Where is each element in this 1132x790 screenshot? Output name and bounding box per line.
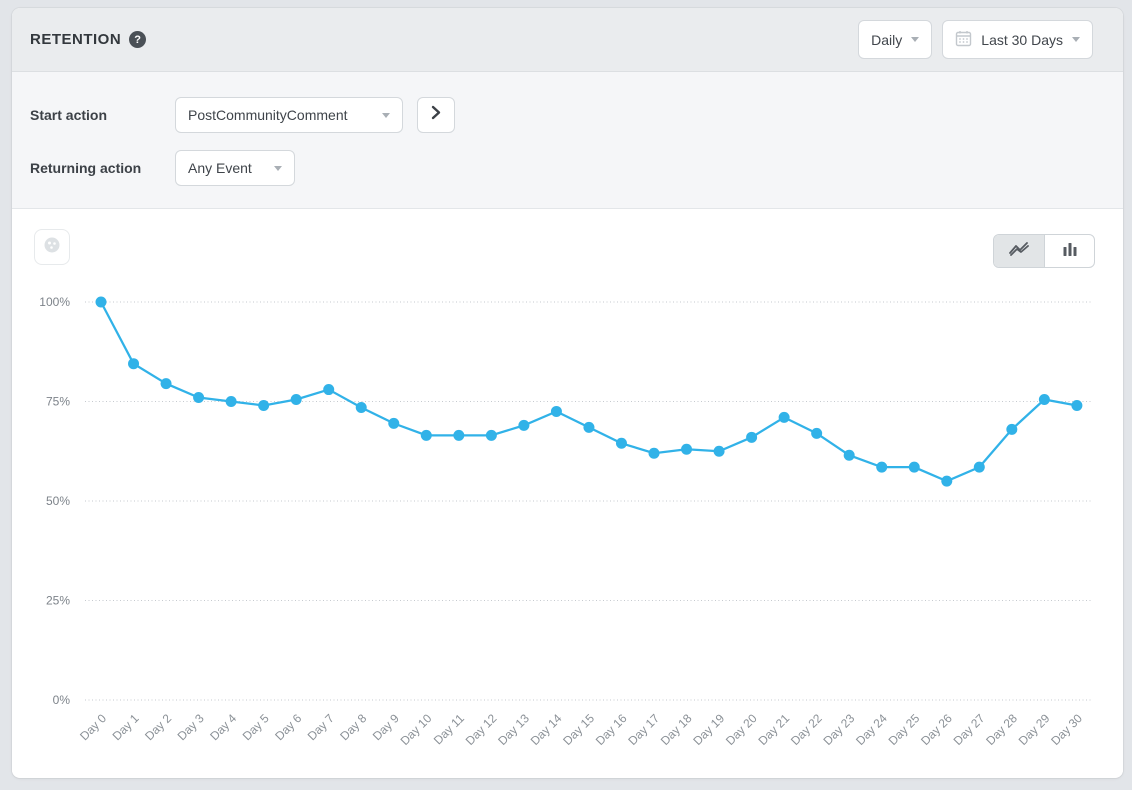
svg-text:Day 4: Day 4 <box>207 711 239 743</box>
header-controls: Daily Last 30 Days <box>858 20 1093 59</box>
returning-action-row: Returning action Any Event <box>30 150 1123 186</box>
caret-down-icon <box>1072 37 1080 42</box>
granularity-dropdown[interactable]: Daily <box>858 20 932 59</box>
svg-text:Day 21: Day 21 <box>755 711 792 748</box>
line-chart-icon <box>1008 241 1030 262</box>
panel-header: RETENTION ? Daily Last 30 D <box>12 8 1123 72</box>
action-controls: Start action PostCommunityComment Return… <box>12 72 1123 209</box>
start-action-dropdown[interactable]: PostCommunityComment <box>175 97 403 133</box>
page-title: RETENTION <box>30 31 121 48</box>
caret-down-icon <box>274 166 282 171</box>
bar-chart-toggle[interactable] <box>1044 235 1094 267</box>
svg-text:Day 13: Day 13 <box>495 711 532 748</box>
svg-text:50%: 50% <box>46 494 70 508</box>
svg-text:Day 0: Day 0 <box>77 711 109 743</box>
chevron-right-icon <box>431 105 441 125</box>
pie-chart-icon <box>42 235 62 260</box>
svg-text:Day 24: Day 24 <box>853 711 890 748</box>
svg-text:Day 29: Day 29 <box>1016 711 1053 748</box>
date-range-value: Last 30 Days <box>981 32 1063 48</box>
svg-text:Day 12: Day 12 <box>463 711 500 748</box>
line-chart-toggle[interactable] <box>994 235 1044 267</box>
caret-down-icon <box>382 113 390 118</box>
svg-text:Day 28: Day 28 <box>983 711 1020 748</box>
svg-text:Day 17: Day 17 <box>625 711 662 748</box>
svg-text:Day 18: Day 18 <box>658 711 695 748</box>
svg-text:Day 15: Day 15 <box>560 711 597 748</box>
svg-text:Day 5: Day 5 <box>240 711 272 743</box>
calendar-icon <box>955 30 972 50</box>
svg-text:Day 11: Day 11 <box>431 711 467 747</box>
svg-text:Day 23: Day 23 <box>821 711 858 748</box>
svg-text:Day 30: Day 30 <box>1048 711 1085 748</box>
svg-text:100%: 100% <box>39 295 70 309</box>
svg-text:Day 26: Day 26 <box>918 711 955 748</box>
svg-text:75%: 75% <box>46 395 70 409</box>
svg-text:Day 6: Day 6 <box>272 711 304 743</box>
svg-text:Day 8: Day 8 <box>337 711 369 743</box>
returning-action-value: Any Event <box>188 160 252 176</box>
retention-line-chart[interactable]: 100% 75% 50% 25% 0% Day 0Day 1Day 2Day 3Day 4… <box>12 209 1123 777</box>
svg-text:Day 25: Day 25 <box>886 711 923 748</box>
svg-text:Day 19: Day 19 <box>690 711 727 748</box>
svg-text:0%: 0% <box>53 693 71 707</box>
svg-text:Day 7: Day 7 <box>305 711 337 743</box>
granularity-value: Daily <box>871 32 902 48</box>
svg-text:Day 20: Day 20 <box>723 711 760 748</box>
start-action-expand-button[interactable] <box>417 97 455 133</box>
caret-down-icon <box>911 37 919 42</box>
start-action-row: Start action PostCommunityComment <box>30 97 1123 133</box>
retention-panel: RETENTION ? Daily Last 30 D <box>12 8 1123 778</box>
start-action-label: Start action <box>30 107 175 123</box>
help-icon[interactable]: ? <box>129 31 146 48</box>
chart-type-toggle <box>993 234 1095 268</box>
returning-action-label: Returning action <box>30 160 175 176</box>
svg-text:Day 22: Day 22 <box>788 711 825 748</box>
returning-action-dropdown[interactable]: Any Event <box>175 150 295 186</box>
date-range-dropdown[interactable]: Last 30 Days <box>942 20 1093 59</box>
breakdown-button[interactable] <box>34 229 70 265</box>
svg-text:Day 14: Day 14 <box>528 711 565 748</box>
chart-section: 100% 75% 50% 25% 0% Day 0Day 1Day 2Day 3Day 4… <box>12 209 1123 777</box>
bar-chart-icon <box>1062 241 1078 262</box>
start-action-value: PostCommunityComment <box>188 107 348 123</box>
svg-text:25%: 25% <box>46 594 70 608</box>
svg-text:Day 1: Day 1 <box>110 711 142 743</box>
svg-text:Day 16: Day 16 <box>593 711 630 748</box>
svg-text:Day 2: Day 2 <box>142 711 174 743</box>
svg-text:Day 3: Day 3 <box>175 711 207 743</box>
svg-text:Day 10: Day 10 <box>398 711 435 748</box>
svg-text:Day 27: Day 27 <box>951 711 988 748</box>
